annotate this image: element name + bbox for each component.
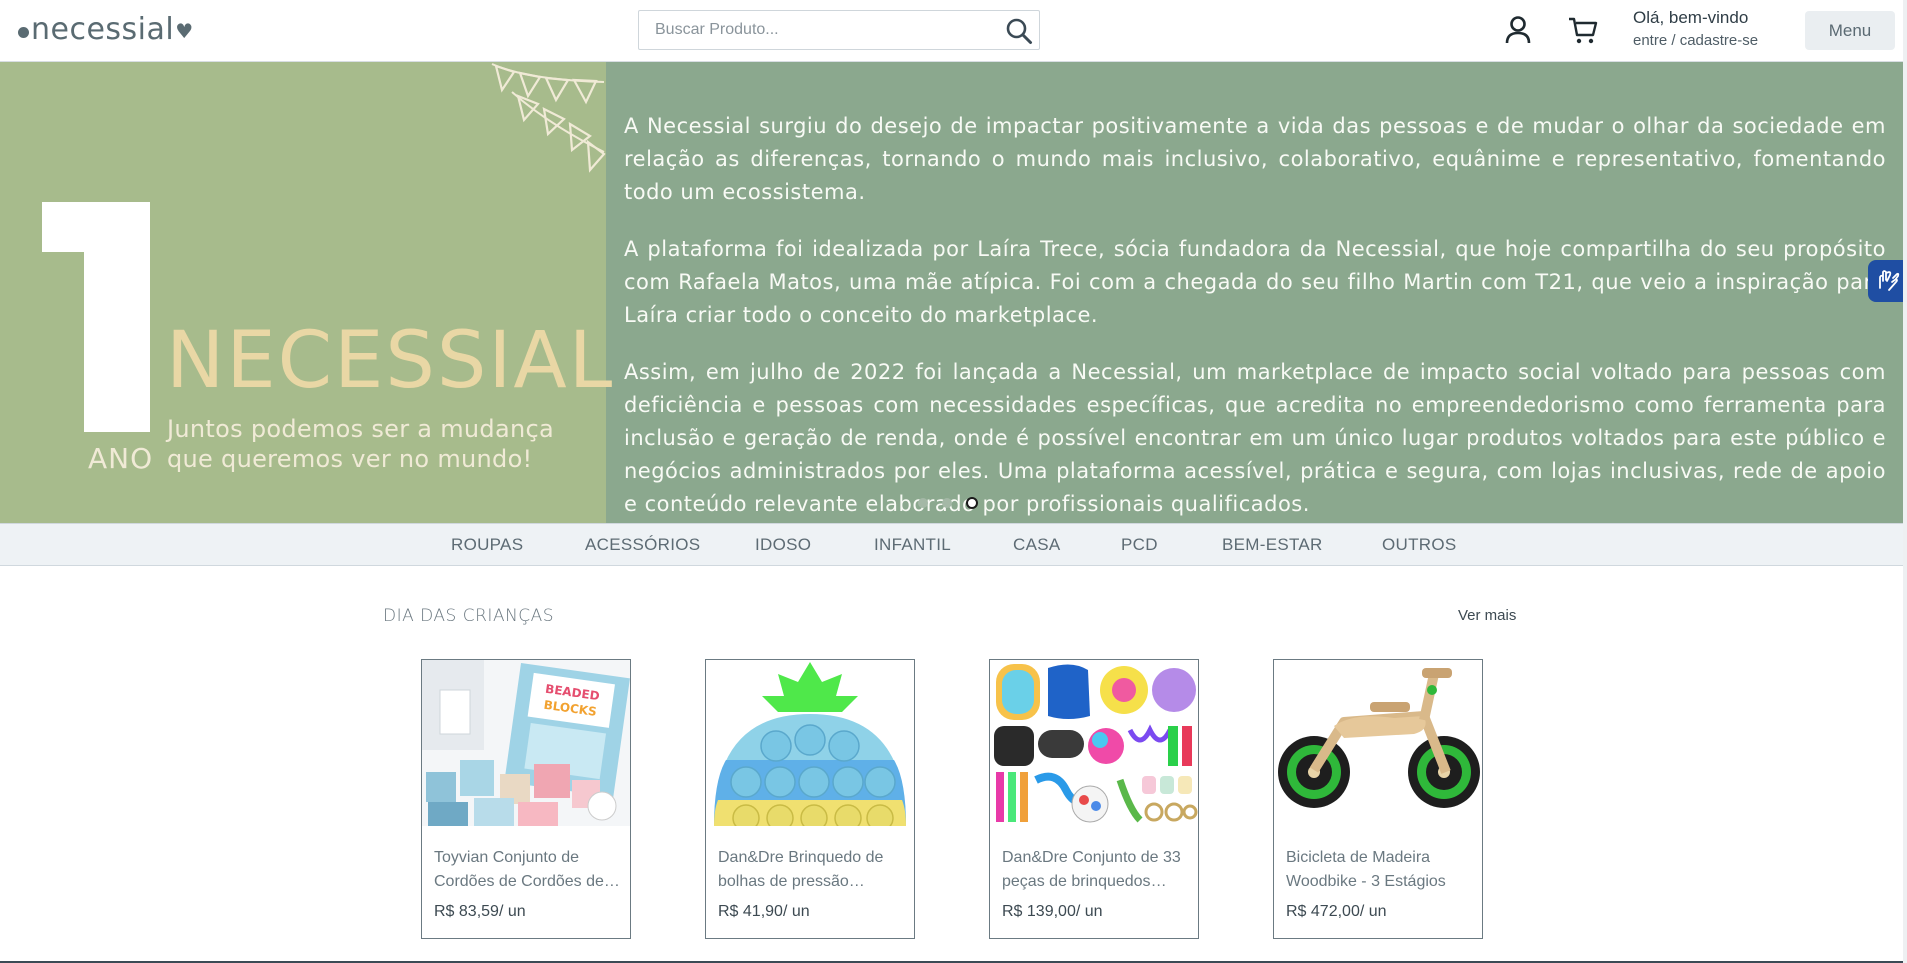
product-price: R$ 472,00/ un — [1286, 903, 1387, 920]
product-price: R$ 41,90/ un — [718, 903, 810, 920]
brand-word: NECESSIAL — [166, 316, 615, 406]
user-icon[interactable] — [1504, 15, 1532, 45]
product-image-beaded-blocks: BEADED BLOCKS — [422, 660, 630, 826]
login-link[interactable]: entre / cadastre-se — [1633, 32, 1758, 49]
tagline-line-1: Juntos podemos ser a mudança — [167, 415, 554, 443]
carousel-dots — [918, 497, 978, 509]
bunting-decoration — [491, 63, 606, 173]
search-input[interactable] — [639, 11, 979, 49]
category-infantil[interactable]: INFANTIL — [874, 535, 951, 555]
banner-artwork: 1 ANO NECESSIAL Juntos podemos ser a mud… — [0, 62, 612, 523]
logo[interactable]: necessial ♥ — [18, 11, 194, 47]
carousel-dot-2[interactable] — [942, 498, 952, 508]
product-name: Toyvian Conjunto de Cordões de Cordões d… — [434, 849, 604, 890]
category-acessorios[interactable]: ACESSÓRIOS — [585, 535, 700, 555]
category-nav: ROUPAS ACESSÓRIOS IDOSO INFANTIL CASA PC… — [0, 523, 1903, 566]
product-card[interactable]: BEADED BLOCKS Toyvian Conjunto de Cordõe… — [421, 659, 631, 939]
banner-paragraph-3: Assim, em julho de 2022 foi lançada a Ne… — [624, 360, 1886, 516]
section-title: DIA DAS CRIANÇAS — [383, 606, 555, 626]
accessibility-sign-language-button[interactable] — [1868, 260, 1903, 302]
category-casa[interactable]: CASA — [1013, 535, 1061, 555]
carousel-dot-1[interactable] — [918, 498, 928, 508]
carousel-dot-3[interactable] — [966, 497, 978, 509]
cart-icon[interactable] — [1567, 15, 1599, 45]
category-bem-estar[interactable]: BEM-ESTAR — [1222, 535, 1323, 555]
page-scrollbar[interactable] — [1903, 0, 1907, 963]
category-pcd[interactable]: PCD — [1121, 535, 1158, 555]
product-image-pineapple-pop-it — [706, 660, 914, 826]
logo-heart-icon: ♥ — [175, 19, 194, 43]
product-name: Bicicleta de Madeira Woodbike - 3 Estági… — [1286, 849, 1446, 890]
product-name: Dan&Dre Conjunto de 33 peças de brinqued… — [1002, 849, 1181, 890]
tagline-line-2: que queremos ver no mundo! — [167, 445, 533, 473]
logo-dot-icon — [18, 26, 29, 38]
category-roupas[interactable]: ROUPAS — [451, 535, 523, 555]
product-name: Dan&Dre Brinquedo de bolhas de pressão s… — [718, 849, 884, 890]
sign-language-hands-icon — [1878, 270, 1899, 291]
search-icon[interactable] — [1005, 17, 1033, 45]
banner-paragraph-1: A Necessial surgiu do desejo de impactar… — [624, 114, 1886, 204]
product-image-fidget-toys-set — [990, 660, 1198, 826]
banner-tagline: Juntos podemos ser a mudança que queremo… — [167, 414, 554, 474]
product-card[interactable]: Dan&Dre Brinquedo de bolhas de pressão s… — [705, 659, 915, 939]
product-card[interactable]: Bicicleta de Madeira Woodbike - 3 Estági… — [1273, 659, 1483, 939]
banner-text: A Necessial surgiu do desejo de impactar… — [624, 110, 1886, 523]
product-image-wooden-balance-bike — [1274, 660, 1482, 826]
welcome-block: Olá, bem-vindo entre / cadastre-se — [1633, 8, 1758, 49]
logo-text: necessial — [31, 11, 175, 47]
see-more-link[interactable]: Ver mais — [1458, 607, 1516, 624]
big-one-graphic — [42, 202, 150, 432]
search-bar — [638, 10, 1040, 50]
hero-banner: 1 ANO NECESSIAL Juntos podemos ser a mud… — [0, 62, 1903, 523]
site-header: necessial ♥ Olá, bem-vindo entre / cadas… — [0, 0, 1907, 62]
product-card[interactable]: Dan&Dre Conjunto de 33 peças de brinqued… — [989, 659, 1199, 939]
banner-paragraph-2: A plataforma foi idealizada por Laíra Tr… — [624, 237, 1886, 327]
welcome-text: Olá, bem-vindo — [1633, 8, 1749, 27]
category-idoso[interactable]: IDOSO — [755, 535, 811, 555]
menu-button[interactable]: Menu — [1805, 11, 1895, 50]
product-price: R$ 83,59/ un — [434, 903, 526, 920]
ano-label: ANO — [88, 442, 154, 475]
category-outros[interactable]: OUTROS — [1382, 535, 1457, 555]
product-price: R$ 139,00/ un — [1002, 903, 1103, 920]
